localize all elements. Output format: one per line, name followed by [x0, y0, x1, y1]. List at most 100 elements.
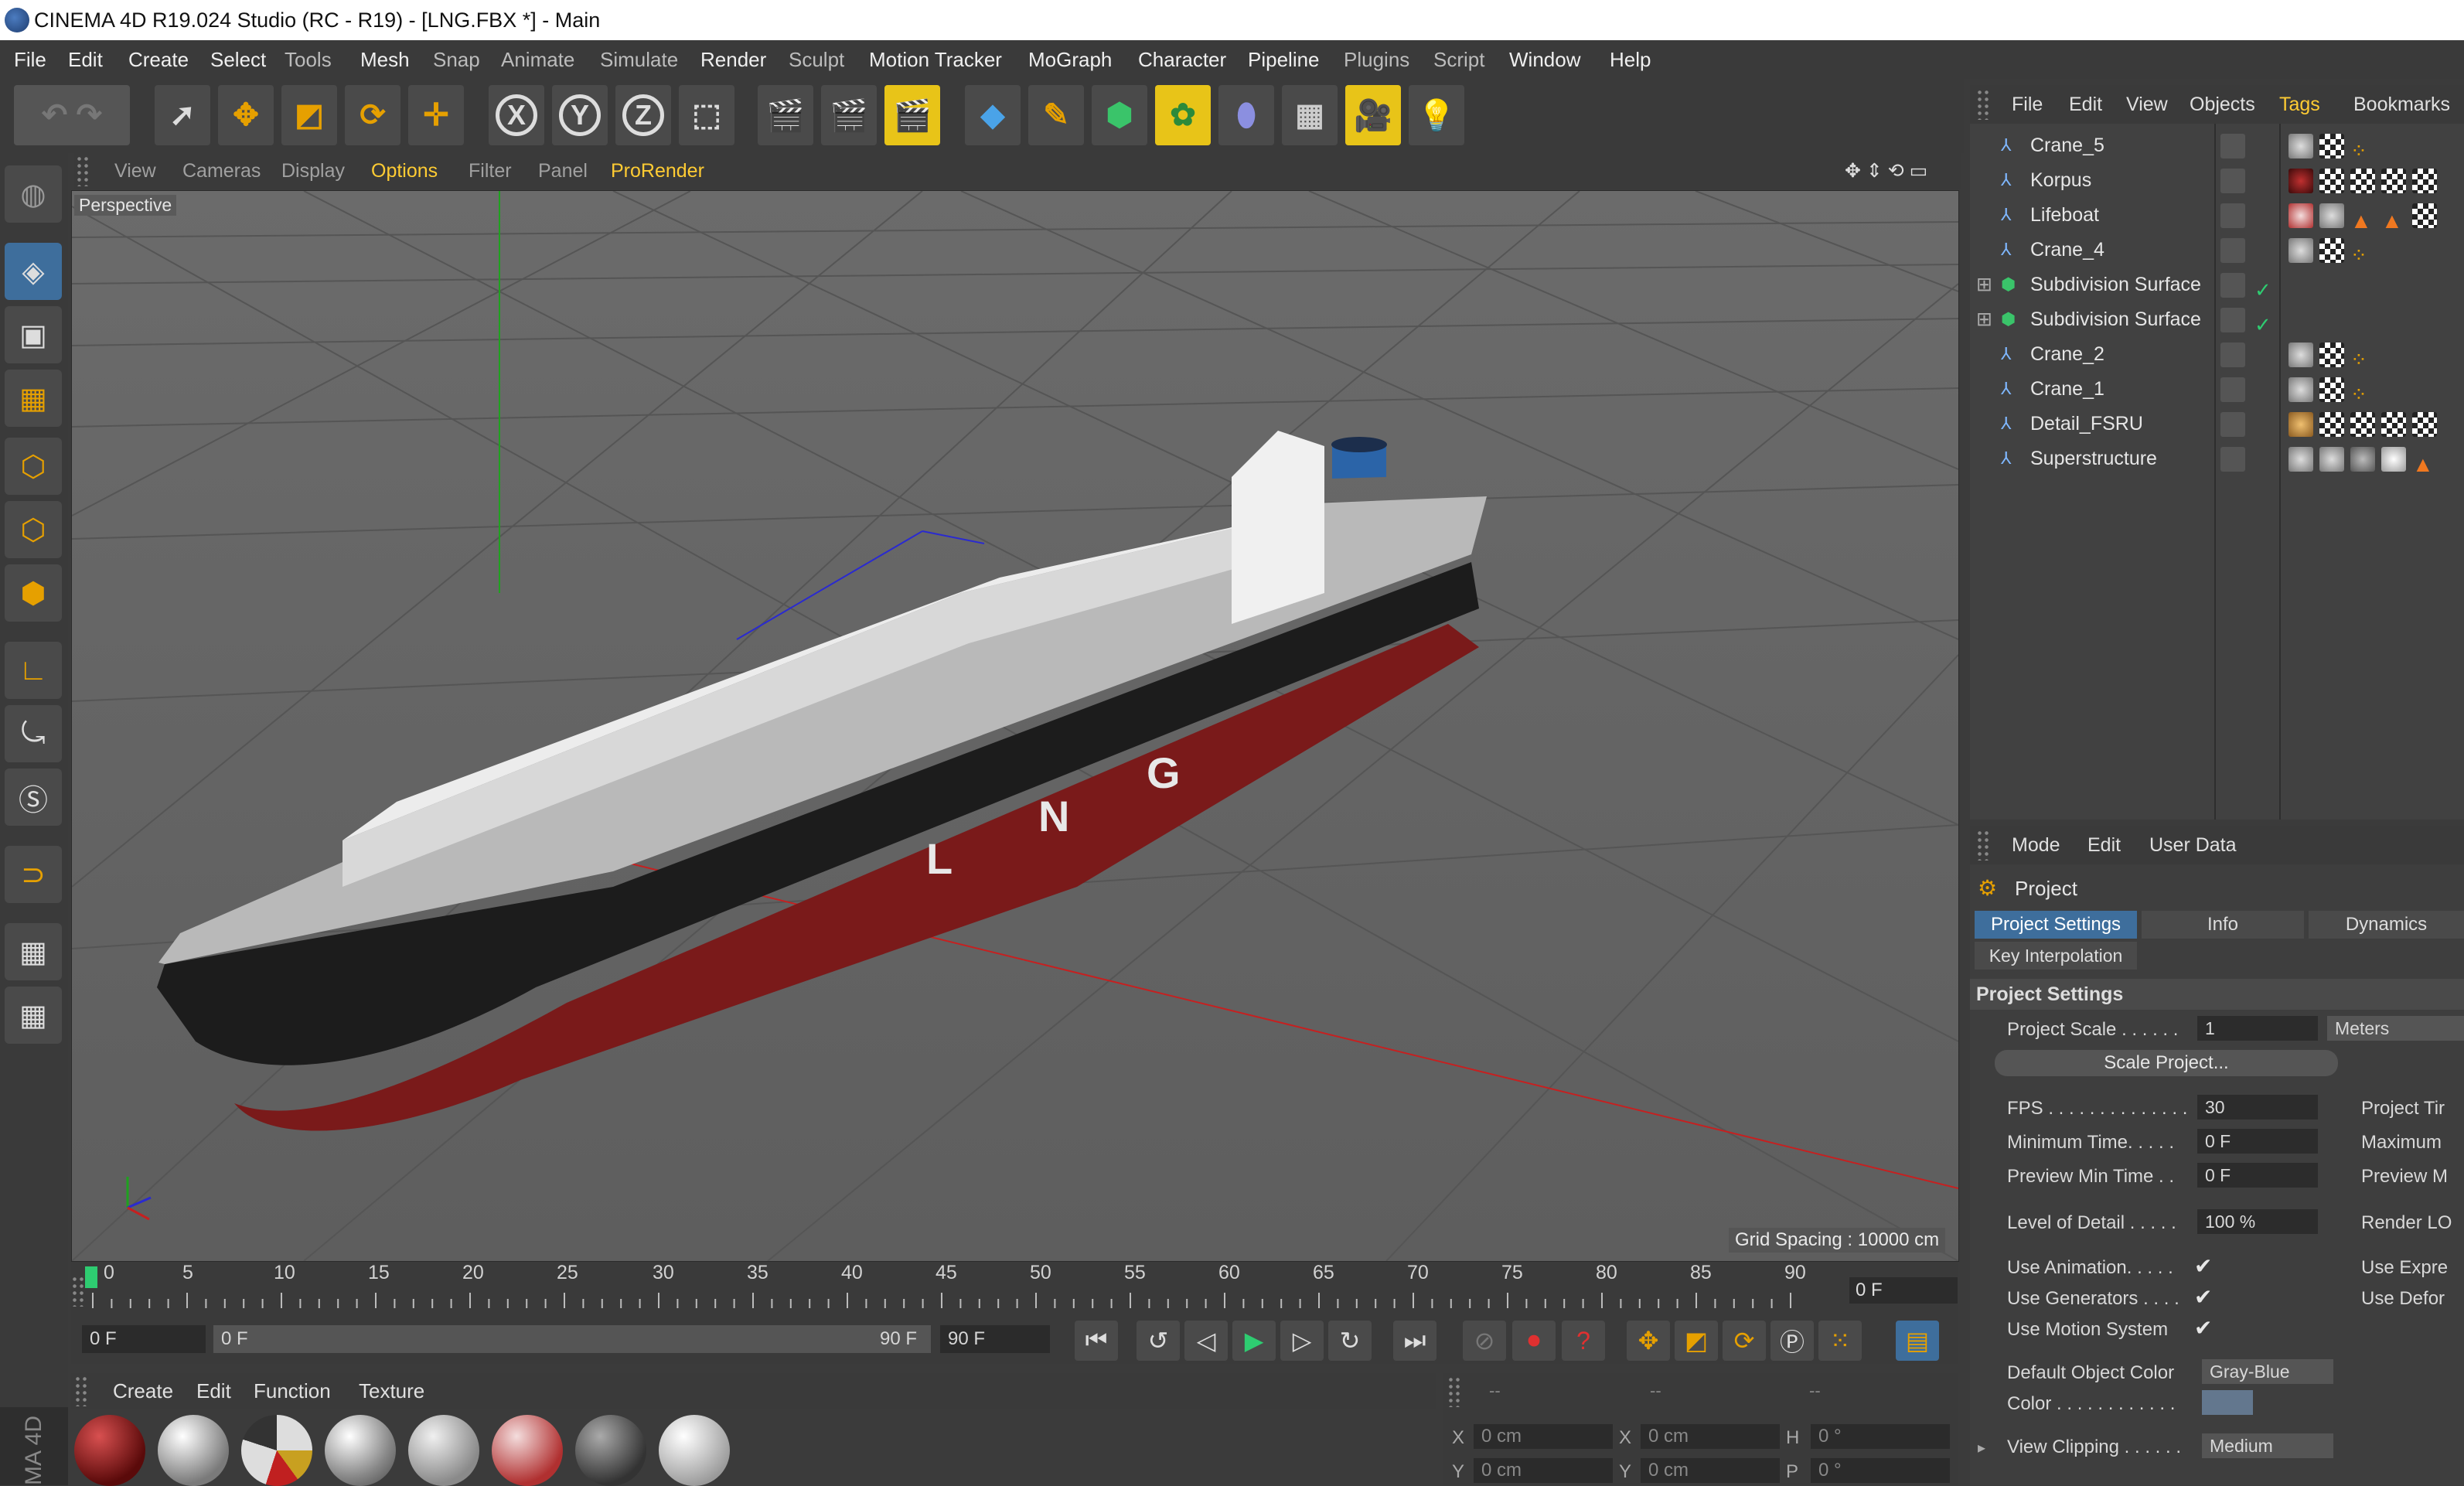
menu-pipeline[interactable]: Pipeline	[1248, 40, 1320, 79]
texture-tag-icon[interactable]	[2288, 343, 2313, 367]
objects-menu-objects[interactable]: Objects	[2190, 85, 2255, 124]
menu-render[interactable]: Render	[700, 40, 766, 79]
menu-help[interactable]: Help	[1610, 40, 1651, 79]
use-animation-checkbox[interactable]: ✔	[2194, 1256, 2216, 1277]
previous-key-icon[interactable]: ↺	[1137, 1321, 1180, 1361]
menu-edit[interactable]: Edit	[68, 40, 103, 79]
selection-tag-icon[interactable]: ⁘	[2350, 238, 2375, 267]
camera-object-icon[interactable]: 🎥	[1345, 85, 1401, 145]
start-frame-field[interactable]: 0 F	[82, 1325, 206, 1353]
uvw-tag-icon[interactable]	[2381, 412, 2406, 437]
texture-tag-icon[interactable]	[2288, 169, 2313, 193]
material-swatch[interactable]	[575, 1415, 646, 1486]
tweak-mode-icon[interactable]: ⤿	[5, 705, 62, 762]
make-editable-icon[interactable]: ◍	[5, 165, 62, 223]
tab-dynamics[interactable]: Dynamics	[2309, 911, 2464, 939]
view-clipping-dropdown[interactable]: Medium	[2202, 1433, 2333, 1458]
fps-field[interactable]: 30	[2197, 1095, 2318, 1120]
viewport-menu-prorender[interactable]: ProRender	[611, 153, 704, 189]
workplane-lock-icon[interactable]: ▦	[5, 923, 62, 980]
texture-tag-icon[interactable]	[2288, 203, 2313, 228]
material-swatch[interactable]	[241, 1415, 312, 1486]
object-row[interactable]: ⊞ ⬢ Subdivision Surface ✓	[1970, 302, 2464, 337]
rotation-p-field[interactable]: 0 °	[1811, 1458, 1950, 1483]
enabled-check-icon[interactable]: ✓	[2254, 273, 2279, 302]
uvw-tag-icon[interactable]	[2381, 169, 2406, 193]
viewport-menu-panel[interactable]: Panel	[538, 153, 588, 189]
object-row[interactable]: ⅄ Korpus	[1970, 163, 2464, 198]
layer-edit-icon[interactable]	[2220, 134, 2245, 158]
menu-tools[interactable]: Tools	[285, 40, 332, 79]
menu-sculpt[interactable]: Sculpt	[789, 40, 844, 79]
texture-tag-icon[interactable]	[2288, 134, 2313, 158]
workplane-mode-icon[interactable]: ▦	[5, 370, 62, 427]
menu-file[interactable]: File	[14, 40, 46, 79]
previous-frame-icon[interactable]: ◁	[1184, 1321, 1228, 1361]
level-of-detail-field[interactable]: 100 %	[2197, 1209, 2318, 1234]
texture-tag-icon[interactable]	[2288, 238, 2313, 263]
material-swatch[interactable]	[74, 1415, 145, 1486]
material-menu-function[interactable]: Function	[254, 1373, 331, 1409]
material-swatch[interactable]	[325, 1415, 396, 1486]
x-axis-lock-icon[interactable]: X	[489, 85, 544, 145]
object-row[interactable]: ⅄ Detail_FSRU	[1970, 407, 2464, 441]
attr-menu-user-data[interactable]: User Data	[2149, 826, 2237, 864]
playhead-marker[interactable]	[85, 1266, 97, 1288]
rotate-tool-icon[interactable]: ⟳	[345, 85, 400, 145]
solo-mode-icon[interactable]: Ⓢ	[5, 769, 62, 826]
object-row[interactable]: ⊞ ⬢ Subdivision Surface ✓	[1970, 268, 2464, 302]
key-position-icon[interactable]: ✥	[1627, 1321, 1670, 1361]
layer-edit-icon[interactable]	[2220, 377, 2245, 402]
uvw-tag-icon[interactable]	[2319, 343, 2344, 367]
use-motion-system-checkbox[interactable]: ✔	[2194, 1317, 2216, 1339]
timeline-ruler[interactable]: 0 5 10 15 20 25 30 35 40 45 50 55 60 65 …	[71, 1262, 1958, 1314]
polygons-mode-icon[interactable]: ⬢	[5, 564, 62, 622]
play-forward-icon[interactable]: ▶	[1232, 1321, 1276, 1361]
record-keys-disabled-icon[interactable]: ⊘	[1463, 1321, 1506, 1361]
uvw-tag-icon[interactable]	[2350, 412, 2375, 437]
end-frame-field[interactable]: 90 F	[940, 1325, 1050, 1353]
layer-edit-icon[interactable]	[2220, 447, 2245, 472]
layer-edit-icon[interactable]	[2220, 203, 2245, 228]
key-parameter-icon[interactable]: Ⓟ	[1770, 1321, 1814, 1361]
object-row[interactable]: ⅄ Lifeboat ▲ ▲	[1970, 198, 2464, 233]
preview-range-slider[interactable]: 0 F 90 F	[213, 1325, 931, 1353]
preview-min-time-field[interactable]: 0 F	[2197, 1163, 2318, 1188]
menu-window[interactable]: Window	[1509, 40, 1580, 79]
project-scale-field[interactable]: 1	[2197, 1016, 2318, 1041]
layer-edit-icon[interactable]	[2220, 169, 2245, 193]
menu-simulate[interactable]: Simulate	[600, 40, 678, 79]
uvw-tag-icon[interactable]	[2319, 238, 2344, 263]
menu-create[interactable]: Create	[128, 40, 189, 79]
rotation-h-field[interactable]: 0 °	[1811, 1424, 1950, 1449]
material-menu-create[interactable]: Create	[113, 1373, 173, 1409]
menu-snap[interactable]: Snap	[433, 40, 480, 79]
viewport-menu-filter[interactable]: Filter	[469, 153, 512, 189]
light-object-icon[interactable]: 💡	[1409, 85, 1464, 145]
planar-workplane-icon[interactable]: ▦	[5, 987, 62, 1044]
object-row[interactable]: ⅄ Crane_1 ⁘	[1970, 372, 2464, 407]
size-x-field[interactable]: 0 cm	[1641, 1424, 1780, 1449]
object-row[interactable]: ⅄ Superstructure ▲	[1970, 441, 2464, 476]
go-to-end-icon[interactable]: ⏭	[1393, 1321, 1436, 1361]
autokey-record-icon[interactable]: ⏺	[1512, 1321, 1556, 1361]
render-view-icon[interactable]: 🎬	[758, 85, 813, 145]
viewport-menu-view[interactable]: View	[114, 153, 156, 189]
menu-mograph[interactable]: MoGraph	[1028, 40, 1112, 79]
tab-key-interpolation[interactable]: Key Interpolation	[1975, 942, 2137, 970]
material-swatch[interactable]	[492, 1415, 563, 1486]
edges-mode-icon[interactable]: ⬡	[5, 501, 62, 558]
texture-mode-icon[interactable]: ▣	[5, 306, 62, 363]
polygon-selection-tag-icon[interactable]: ▲	[2381, 203, 2406, 233]
texture-tag-icon[interactable]	[2319, 203, 2344, 228]
menu-script[interactable]: Script	[1433, 40, 1484, 79]
current-frame-field[interactable]: 0 F	[1849, 1277, 1958, 1304]
position-x-field[interactable]: 0 cm	[1474, 1424, 1613, 1449]
material-swatch[interactable]	[659, 1415, 730, 1486]
layer-edit-icon[interactable]	[2220, 238, 2245, 263]
layer-edit-icon[interactable]	[2220, 343, 2245, 367]
menu-motion-tracker[interactable]: Motion Tracker	[869, 40, 1002, 79]
tab-project-settings[interactable]: Project Settings	[1975, 911, 2137, 939]
menu-character[interactable]: Character	[1138, 40, 1226, 79]
material-menu-edit[interactable]: Edit	[196, 1373, 231, 1409]
